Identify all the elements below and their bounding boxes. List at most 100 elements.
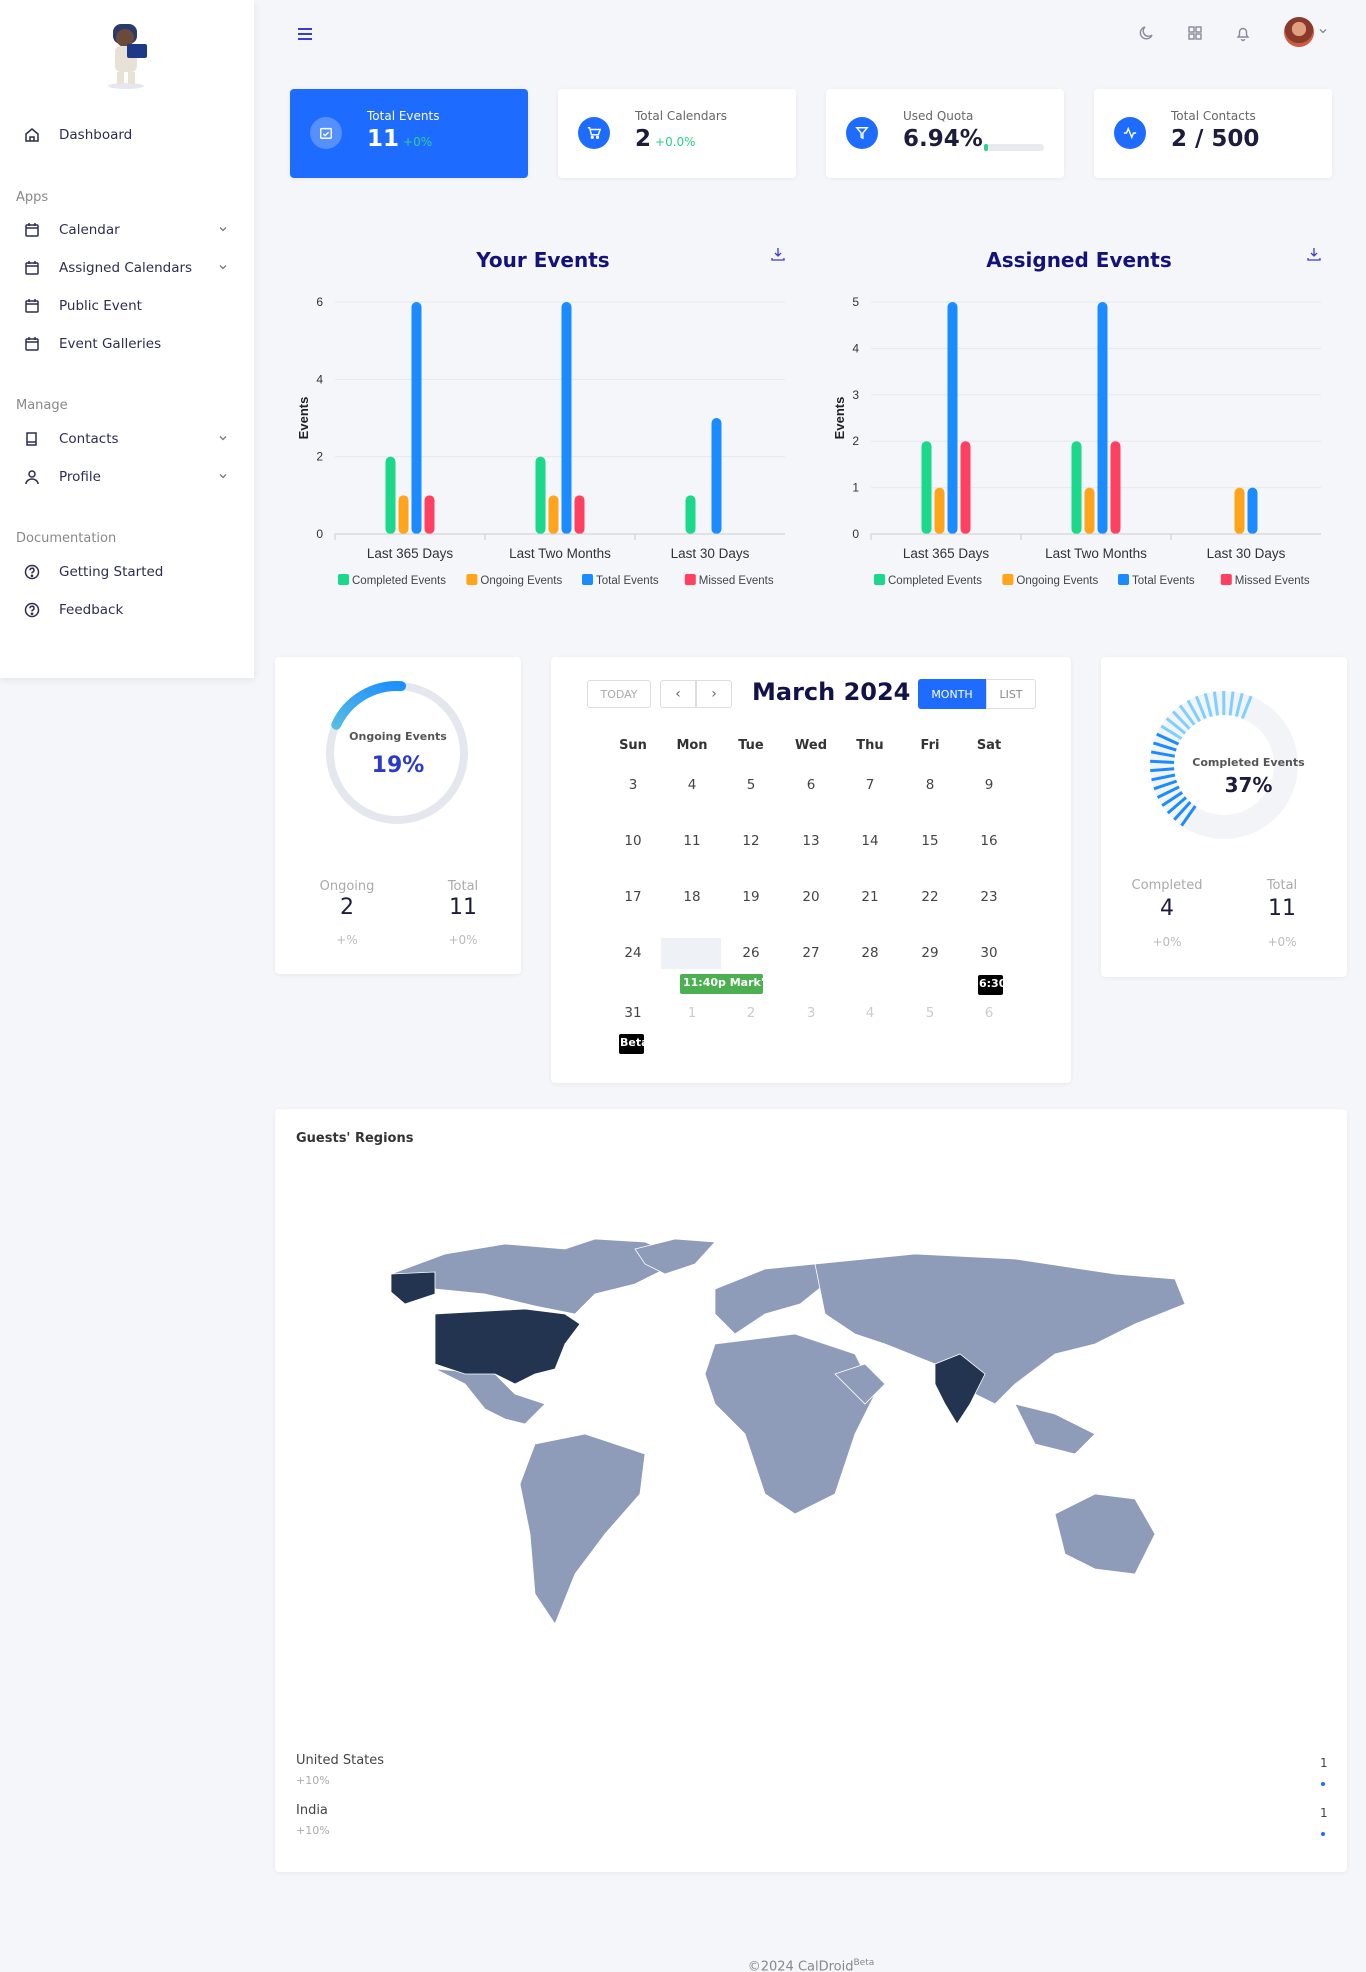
calendar-day[interactable]: 5 — [731, 777, 771, 793]
stat-card-total-calendars[interactable]: Total Calendars 2 +0.0% — [558, 89, 796, 178]
calendar-day[interactable]: 13 — [791, 833, 831, 849]
calendar-day[interactable]: 27 — [791, 945, 831, 961]
x-tick-label: Last 30 Days — [671, 546, 750, 561]
bar-total-events — [947, 302, 958, 534]
calendar-day[interactable]: 23 — [969, 889, 1009, 905]
calendar-day[interactable]: 10 — [613, 833, 653, 849]
bell-icon[interactable] — [1234, 24, 1252, 42]
x-tick-label: Last 30 Days — [1207, 546, 1286, 561]
map-south-america — [519, 1433, 646, 1625]
calendar-day[interactable]: 7 — [850, 777, 890, 793]
sidebar-item-contacts[interactable]: Contacts — [0, 422, 254, 456]
legend-label[interactable]: Ongoing Events — [1016, 575, 1098, 587]
stat-change: +0.0% — [655, 135, 696, 149]
grid-icon[interactable] — [1186, 24, 1204, 42]
legend-label[interactable]: Missed Events — [1235, 575, 1310, 587]
calendar-day[interactable]: 12 — [731, 833, 771, 849]
footer-text: ©2024 CalDroid — [747, 1959, 854, 1972]
legend-label[interactable]: Completed Events — [352, 575, 446, 587]
calendar-day[interactable]: 3 — [613, 777, 653, 793]
calendar-day[interactable]: 31 — [613, 1005, 653, 1021]
calendar-day[interactable]: 8 — [910, 777, 950, 793]
stat-card-used-quota[interactable]: Used Quota 6.94% — [826, 89, 1064, 178]
calendar-day[interactable]: 18 — [672, 889, 712, 905]
calendar-day[interactable]: 6 — [791, 777, 831, 793]
sidebar-item-label: Dashboard — [59, 127, 133, 143]
sidebar-item-public-event[interactable]: Public Event — [0, 289, 254, 323]
stat-card-total-events[interactable]: Total Events 11 +0% — [290, 89, 528, 178]
prev-month-button[interactable]: ‹ — [660, 680, 696, 708]
sidebar-item-assigned-calendars[interactable]: Assigned Calendars — [0, 251, 254, 285]
sidebar-item-calendar[interactable]: Calendar — [0, 213, 254, 247]
calendar-day[interactable]: 17 — [613, 889, 653, 905]
sidebar-item-event-galleries[interactable]: Event Galleries — [0, 327, 254, 361]
download-icon[interactable] — [1306, 246, 1322, 262]
today-highlight — [661, 938, 721, 969]
month-view-button[interactable]: MONTH — [918, 679, 986, 709]
today-button[interactable]: TODAY — [587, 680, 651, 708]
y-tick-label: 1 — [852, 481, 859, 495]
sidebar-item-getting-started[interactable]: Getting Started — [0, 555, 254, 589]
calendar-day[interactable]: 4 — [850, 1005, 890, 1021]
legend-label[interactable]: Completed Events — [888, 575, 982, 587]
calendar-day[interactable]: 11 — [672, 833, 712, 849]
y-tick-label: 3 — [852, 388, 859, 402]
sidebar-item-label: Event Galleries — [59, 336, 162, 352]
ongoing-right-value: 11 — [449, 895, 477, 920]
calendar-day[interactable]: 16 — [969, 833, 1009, 849]
legend-label[interactable]: Total Events — [1132, 575, 1195, 587]
legend-swatch — [338, 574, 349, 585]
calendar-event[interactable]: 11:40p Mark's A — [680, 974, 763, 994]
calendar-day[interactable]: 20 — [791, 889, 831, 905]
calendar-event[interactable]: Beta — [619, 1034, 644, 1054]
calendar-day[interactable]: 1 — [672, 1005, 712, 1021]
bar-completed-events — [535, 456, 546, 534]
stat-title: Total Events — [367, 109, 440, 123]
calendar-day[interactable]: 29 — [910, 945, 950, 961]
stat-card-total-contacts[interactable]: Total Contacts 2 / 500 — [1094, 89, 1332, 178]
sidebar-item-dashboard[interactable]: Dashboard — [0, 118, 254, 152]
next-month-button[interactable]: › — [696, 680, 732, 708]
calendar-day[interactable]: 5 — [910, 1005, 950, 1021]
calendar-day[interactable]: 26 — [731, 945, 771, 961]
legend-label[interactable]: Total Events — [596, 575, 659, 587]
y-tick-label: 4 — [852, 341, 859, 355]
calendar-day[interactable]: 3 — [791, 1005, 831, 1021]
bar-completed-events — [685, 495, 696, 534]
sidebar-item-profile[interactable]: Profile — [0, 460, 254, 494]
download-icon[interactable] — [770, 246, 786, 262]
avatar[interactable] — [1284, 17, 1314, 47]
ongoing-left-value: 2 — [340, 895, 354, 920]
footer-sup: Beta — [853, 1958, 875, 1968]
region-bar — [1321, 1832, 1325, 1836]
completed-right-change: +0% — [1267, 935, 1297, 949]
calendar-day[interactable]: 2 — [731, 1005, 771, 1021]
sidebar-item-label: Calendar — [59, 222, 120, 238]
calendar-event[interactable]: 6:30 — [978, 975, 1003, 995]
calendar-day[interactable]: 21 — [850, 889, 890, 905]
calendar-day[interactable]: 30 — [969, 945, 1009, 961]
calendar-day[interactable]: 4 — [672, 777, 712, 793]
calendar-day[interactable]: 22 — [910, 889, 950, 905]
legend-label[interactable]: Missed Events — [699, 575, 774, 587]
bar-ongoing-events — [1084, 487, 1095, 534]
calendar-day[interactable]: 6 — [969, 1005, 1009, 1021]
calendar-day[interactable]: 14 — [850, 833, 890, 849]
calendar-day[interactable]: 24 — [613, 945, 653, 961]
ongoing-events-card: Ongoing Events 19% Ongoing 2 +% Total 11… — [275, 657, 521, 974]
legend-label[interactable]: Ongoing Events — [480, 575, 562, 587]
calendar-day[interactable]: 19 — [731, 889, 771, 905]
menu-icon[interactable] — [296, 26, 314, 42]
chart-your-events: 0 2 4 6 Events Last 365 Days Last Two Months La… — [296, 295, 785, 587]
region-name: India — [296, 1803, 328, 1818]
calendar-day[interactable]: 28 — [850, 945, 890, 961]
moon-icon[interactable] — [1138, 24, 1156, 42]
list-view-button[interactable]: LIST — [986, 679, 1036, 709]
legend-swatch — [1220, 574, 1232, 585]
chevron-down-icon[interactable] — [1318, 26, 1328, 36]
calendar-day[interactable]: 15 — [910, 833, 950, 849]
calendar-day[interactable]: 9 — [969, 777, 1009, 793]
y-tick-label: 0 — [852, 527, 859, 541]
sidebar-item-feedback[interactable]: Feedback — [0, 593, 254, 627]
y-tick-label: 2 — [316, 450, 323, 464]
